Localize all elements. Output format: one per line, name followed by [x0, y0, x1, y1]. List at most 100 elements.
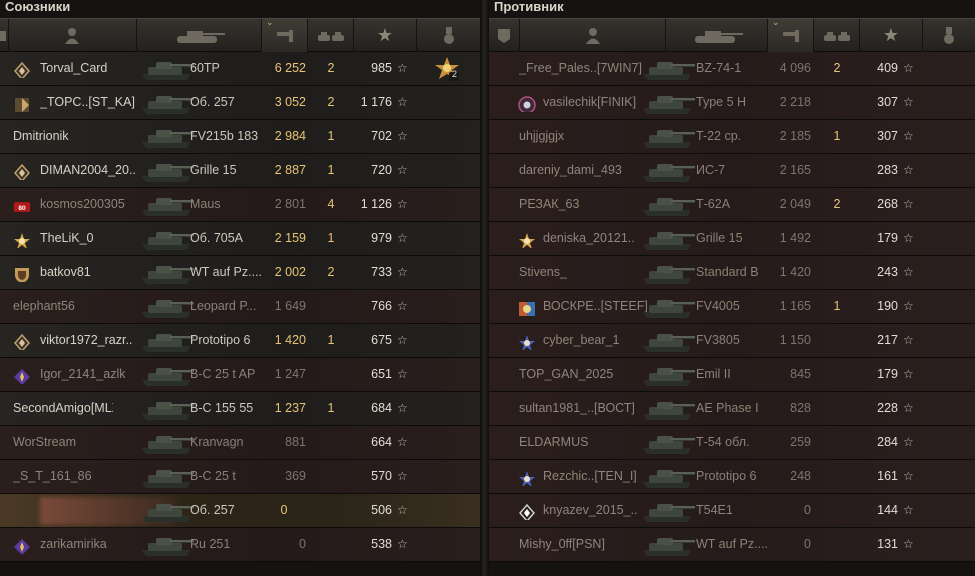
player-row[interactable]: Rezchic..[TEN_I] Prototipo 6 248 161 ☆ — [489, 460, 975, 494]
kills-column-header[interactable] — [814, 19, 860, 52]
star-icon: ☆ — [903, 503, 914, 517]
star-badge-icon — [13, 230, 31, 248]
xp-value: 684 — [371, 401, 392, 415]
player-row[interactable]: ELDARMUS Т-54 обл. 259 284 ☆ — [489, 426, 975, 460]
player-row[interactable]: Mishy_0ff[PSN] WT auf Pz.... 0 131 ☆ — [489, 528, 975, 562]
player-row[interactable]: dareniy_dami_493 ИС-7 2 165 283 ☆ — [489, 154, 975, 188]
shield-badge-icon — [13, 264, 31, 282]
player-icon — [585, 27, 600, 44]
xp-column-header[interactable]: ★ — [860, 19, 923, 52]
player-row[interactable]: Torval_Card 60TP 6 252 2 985 ☆ 2 — [0, 52, 480, 86]
star-icon: ☆ — [397, 367, 408, 381]
xp-value: 228 — [877, 401, 898, 415]
xp-value: 190 — [877, 299, 898, 313]
star-icon: ☆ — [903, 129, 914, 143]
star-badge-icon — [518, 230, 536, 248]
xp-column-header[interactable]: ★ — [354, 19, 417, 52]
star-icon: ☆ — [397, 401, 408, 415]
tank-thumbnail-icon — [639, 190, 697, 220]
star-icon: ☆ — [397, 61, 408, 75]
star-icon: ☆ — [903, 61, 914, 75]
xp-value: 161 — [877, 469, 898, 483]
platoon-icon — [0, 30, 6, 41]
player-row[interactable]: _Free_Pales..[7WIN7] BZ-74-1 4 096 2 409 ☆ — [489, 52, 975, 86]
player-row[interactable]: uhjjgjgjx T-22 ср. 2 185 1 307 ☆ — [489, 120, 975, 154]
player-row[interactable]: 80 kosmos200305 Maus 2 801 4 1 126 ☆ — [0, 188, 480, 222]
battle-results-screen: Союзники ⌄ ★ Torval_Card 60TP 6 252 2 98… — [0, 0, 975, 576]
tank-thumbnail-icon — [639, 496, 697, 526]
damage-column-header[interactable]: ⌄ — [262, 17, 308, 52]
star-icon: ☆ — [397, 197, 408, 211]
tank-thumbnail-icon — [639, 292, 697, 322]
allies-title: Союзники — [5, 0, 71, 14]
player-row[interactable]: TOP_GAN_2025 Emil II 845 179 ☆ — [489, 358, 975, 392]
player-row[interactable]: cyber_bear_1 FV3805 1 150 217 ☆ — [489, 324, 975, 358]
diamond-badge-icon — [13, 60, 31, 78]
player-row[interactable]: WorStream Kranvagn 881 664 ☆ — [0, 426, 480, 460]
damage-value: 0 — [804, 537, 811, 551]
player-name: SecondAmigo[MLX] — [13, 401, 113, 415]
player-row[interactable]: viktor1972_razr.. Prototipo 61 420 1 675 ☆ — [0, 324, 480, 358]
star-icon: ☆ — [397, 129, 408, 143]
player-row[interactable]: elephant56 Leopard P... 1 649 766 ☆ — [0, 290, 480, 324]
xp-value: 307 — [877, 95, 898, 109]
tank-thumbnail-icon — [639, 462, 697, 492]
player-row[interactable]: deniska_20121.. Grille 15 1 492 179 ☆ — [489, 222, 975, 256]
player-row[interactable]: _TOPC..[ST_KA] Об. 257 3 052 2 1 176 ☆ — [0, 86, 480, 120]
player-row[interactable]: batkov81 WT auf Pz.... 2 002 2 733 ☆ — [0, 256, 480, 290]
damage-icon — [782, 29, 799, 42]
player-row[interactable]: zarikamirika Ru 251 0 538 ☆ — [0, 528, 480, 562]
player-row[interactable]: Dmitrionik FV215b 183 2 984 1 702 ☆ — [0, 120, 480, 154]
player-row[interactable]: SecondAmigo[MLX] В-С 155 55 1 237 1 684 ☆ — [0, 392, 480, 426]
player-name: cyber_bear_1 — [543, 333, 620, 347]
damage-value: 369 — [285, 469, 306, 483]
player-row[interactable]: Stivens_ Standard B1 420 243 ☆ — [489, 256, 975, 290]
player-name: deniska_20121.. — [543, 231, 635, 245]
damage-column-header[interactable]: ⌄ — [768, 17, 814, 52]
damage-value: 2 049 — [779, 197, 811, 211]
star-icon: ☆ — [397, 333, 408, 347]
player-row[interactable]: ВОСКРЕ..[STEEF] FV4005 1 165 1 190 ☆ — [489, 290, 975, 324]
xp-value: 283 — [877, 163, 898, 177]
player-row[interactable]: vasilechik[FINIK] Type 5 H2 218 307 ☆ — [489, 86, 975, 120]
kills-column-header[interactable] — [308, 19, 354, 52]
damage-value: 828 — [790, 401, 811, 415]
damage-value: 1 420 — [274, 333, 306, 347]
damage-value: 2 218 — [779, 95, 811, 109]
player-name: viktor1972_razr.. — [40, 333, 133, 347]
player-row[interactable]: knyazev_2015_.. T54E1 0 144 ☆ — [489, 494, 975, 528]
damage-value: 881 — [285, 435, 306, 449]
vehicle-column-header[interactable] — [137, 19, 262, 52]
xp-value: 284 — [877, 435, 898, 449]
player-column-header[interactable] — [520, 19, 666, 52]
star-icon: ☆ — [903, 367, 914, 381]
damage-value: 259 — [790, 435, 811, 449]
player-name: Igor_2141_azlk — [40, 367, 126, 381]
player-row[interactable]: TheLiK_0 Об. 705А 2 159 1 979 ☆ — [0, 222, 480, 256]
purple-badge-icon — [13, 536, 31, 554]
player-name: zarikamirika — [40, 537, 107, 551]
player-column-header[interactable] — [8, 19, 137, 52]
player-row[interactable]: Igor_2141_azlk В-С 25 t AP 1 247 651 ☆ — [0, 358, 480, 392]
player-row[interactable]: Об. 257 0 506 ☆ — [0, 494, 480, 528]
xp-value: 985 — [371, 61, 392, 75]
player-row[interactable]: РЕЗАК_63 Т-62А 2 049 2 268 ☆ — [489, 188, 975, 222]
player-row[interactable]: sultan1981_..[ВОСТ] AE Phase I 828 228 ☆ — [489, 392, 975, 426]
xp-value: 570 — [371, 469, 392, 483]
platoon-column-header[interactable] — [489, 19, 520, 52]
player-name: knyazev_2015_.. — [543, 503, 638, 517]
damage-value: 1 237 — [274, 401, 306, 415]
tank-thumbnail-icon — [639, 360, 697, 390]
player-name: _Free_Pales..[7WIN7] — [519, 61, 642, 75]
tank-thumbnail-icon — [639, 530, 697, 560]
destroyed-tanks-icon — [823, 31, 850, 41]
medals-column-header[interactable] — [923, 19, 975, 52]
damage-value: 1 247 — [274, 367, 306, 381]
player-row[interactable]: _S_T_161_86 В-С 25 t 369 570 ☆ — [0, 460, 480, 494]
vehicle-column-header[interactable] — [666, 19, 768, 52]
player-row[interactable]: DIMAN2004_20.. Grille 15 2 887 1 720 ☆ — [0, 154, 480, 188]
platoon-icon — [498, 28, 510, 43]
damage-value: 6 252 — [274, 61, 306, 75]
damage-value: 2 185 — [779, 129, 811, 143]
medals-column-header[interactable] — [417, 19, 480, 52]
